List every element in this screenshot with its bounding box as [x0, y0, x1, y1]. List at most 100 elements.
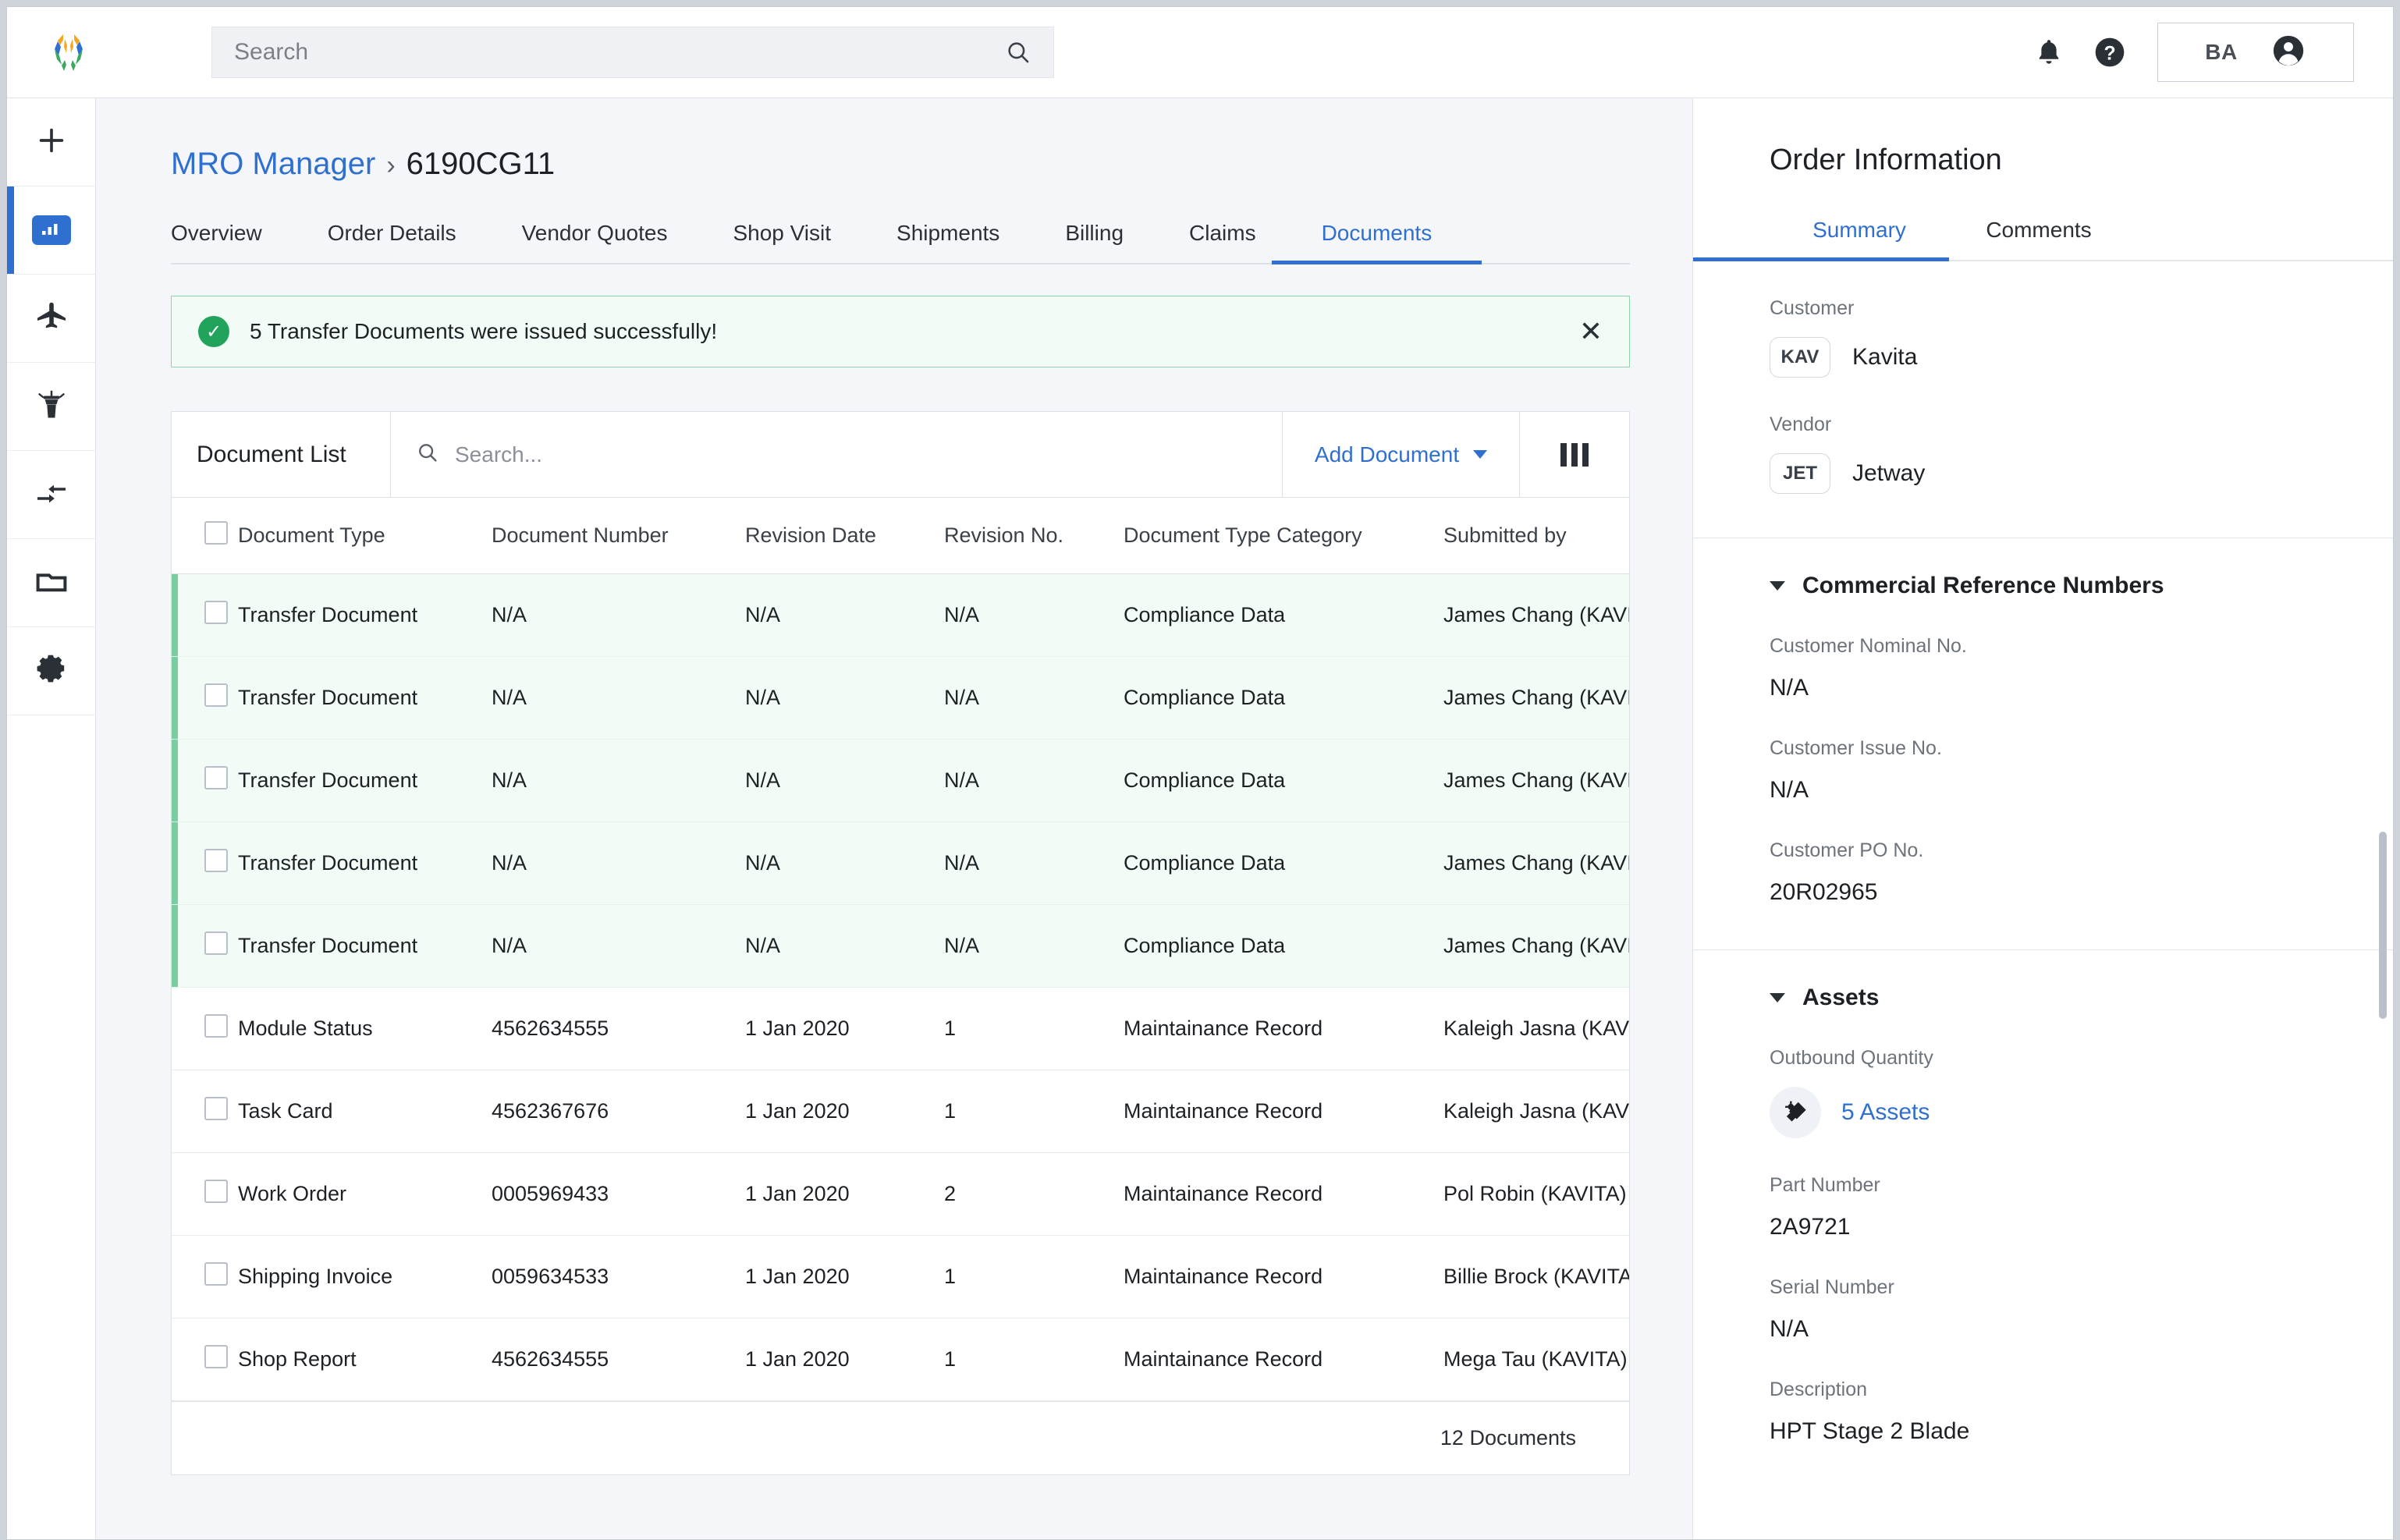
app-body: MRO Manager › 6190CG11 Overview Order De… [7, 98, 2393, 1539]
header-document-type-category[interactable]: Document Type Category [1124, 498, 1443, 574]
row-checkbox[interactable] [204, 849, 228, 872]
document-search-input[interactable] [455, 442, 1282, 467]
document-table-body: Transfer Document N/A N/A N/A Compliance… [172, 573, 1629, 1401]
commercial-reference-section-header[interactable]: Commercial Reference Numbers [1770, 538, 2393, 599]
row-checkbox[interactable] [204, 1014, 228, 1038]
field-value: N/A [1770, 675, 1809, 701]
sidebar-item-documents[interactable] [7, 539, 95, 627]
panel-scrollbar[interactable] [2379, 832, 2387, 1019]
global-search[interactable] [211, 27, 1054, 78]
outbound-quantity-field: Outbound Quantity 5 Assets [1770, 1011, 2393, 1138]
tab-documents[interactable]: Documents [1271, 221, 1482, 264]
close-icon[interactable]: ✕ [1579, 318, 1603, 346]
assets-count-link[interactable]: 5 Assets [1841, 1099, 1930, 1126]
table-row[interactable]: Shop Report 4562634555 1 Jan 2020 1 Main… [172, 1318, 1629, 1401]
row-checkbox[interactable] [204, 601, 228, 624]
tab-order-details[interactable]: Order Details [328, 221, 456, 263]
cell-revision-date: 1 Jan 2020 [745, 1235, 944, 1318]
header-revision-date[interactable]: Revision Date [745, 498, 944, 574]
document-count: 12 Documents [172, 1401, 1629, 1474]
field-value: 20R02965 [1770, 879, 1878, 905]
tab-vendor-quotes[interactable]: Vendor Quotes [522, 221, 668, 263]
user-menu[interactable]: BA [2157, 23, 2354, 82]
bell-icon[interactable] [2018, 22, 2079, 83]
row-checkbox[interactable] [204, 1345, 228, 1368]
customer-po-no-field: Customer PO No. 20R02965 [1770, 804, 2393, 906]
plus-icon [34, 122, 69, 162]
cell-document-type: Transfer Document [238, 656, 492, 740]
table-row[interactable]: Transfer Document N/A N/A N/A Compliance… [172, 821, 1629, 905]
alert-message: 5 Transfer Documents were issued success… [250, 319, 718, 343]
search-input[interactable] [234, 39, 1005, 66]
tab-overview[interactable]: Overview [171, 221, 262, 263]
sidebar-item-add[interactable] [7, 98, 95, 186]
cell-document-number: 0059634533 [492, 1235, 745, 1318]
tab-shipments[interactable]: Shipments [896, 221, 999, 263]
row-checkbox[interactable] [204, 766, 228, 790]
row-checkbox[interactable] [204, 1180, 228, 1203]
customer-nominal-no-field: Customer Nominal No. N/A [1770, 599, 2393, 701]
row-checkbox[interactable] [204, 1262, 228, 1286]
sidebar-item-operations[interactable] [7, 363, 95, 451]
app-logo[interactable] [46, 30, 91, 75]
table-row[interactable]: Module Status 4562634555 1 Jan 2020 1 Ma… [172, 987, 1629, 1070]
cell-revision-no: 1 [944, 987, 1124, 1070]
sidebar-item-dashboard[interactable] [7, 186, 95, 275]
table-row[interactable]: Shipping Invoice 0059634533 1 Jan 2020 1… [172, 1235, 1629, 1318]
header-document-type[interactable]: Document Type [238, 498, 492, 574]
row-checkbox[interactable] [204, 1097, 228, 1120]
cell-document-number: 4562634555 [492, 1318, 745, 1401]
svg-text:?: ? [2104, 44, 2115, 65]
cell-document-type: Shipping Invoice [238, 1235, 492, 1318]
assets-section-header[interactable]: Assets [1770, 950, 2393, 1011]
header-revision-no[interactable]: Revision No. [944, 498, 1124, 574]
document-table-viewport: Document Type Document Number Revision D… [172, 498, 1629, 1401]
cell-revision-date: 1 Jan 2020 [745, 1152, 944, 1236]
cell-document-type: Module Status [238, 987, 492, 1070]
select-all-checkbox[interactable] [204, 521, 228, 545]
customer-name: Kavita [1852, 344, 1918, 370]
header-document-number[interactable]: Document Number [492, 498, 745, 574]
cell-document-type: Transfer Document [238, 821, 492, 905]
cell-category: Compliance Data [1124, 656, 1443, 740]
row-checkbox[interactable] [204, 683, 228, 707]
tab-comments[interactable]: Comments [1949, 218, 2128, 260]
cell-submitted-by: Billie Brock (KAVITA) [1443, 1235, 1629, 1318]
cell-submitted-by: James Chang (KAVITA) [1443, 904, 1629, 988]
table-row[interactable]: Transfer Document N/A N/A N/A Compliance… [172, 904, 1629, 988]
search-icon[interactable] [1005, 39, 1031, 66]
table-row[interactable]: Transfer Document N/A N/A N/A Compliance… [172, 739, 1629, 822]
row-checkbox[interactable] [204, 931, 228, 955]
app-window: ? BA [6, 6, 2394, 1540]
field-label: Serial Number [1770, 1276, 1894, 1298]
tab-claims[interactable]: Claims [1189, 221, 1256, 263]
sidebar-item-settings[interactable] [7, 627, 95, 715]
add-document-label: Add Document [1314, 442, 1460, 467]
table-row[interactable]: Transfer Document N/A N/A N/A Compliance… [172, 573, 1629, 657]
cell-category: Maintainance Record [1124, 1318, 1443, 1401]
table-row[interactable]: Transfer Document N/A N/A N/A Compliance… [172, 656, 1629, 740]
tab-billing[interactable]: Billing [1065, 221, 1124, 263]
cell-revision-no: 2 [944, 1152, 1124, 1236]
tab-summary[interactable]: Summary [1693, 218, 1949, 261]
cell-revision-date: N/A [745, 573, 944, 657]
field-label: Customer Nominal No. [1770, 635, 1967, 657]
cell-submitted-by: James Chang (KAVITA) [1443, 573, 1629, 657]
field-label: Part Number [1770, 1174, 1880, 1196]
breadcrumb-root[interactable]: MRO Manager [171, 147, 375, 182]
serial-number-field: Serial Number N/A [1770, 1240, 2393, 1343]
tab-shop-visit[interactable]: Shop Visit [733, 221, 831, 263]
columns-button[interactable] [1520, 412, 1629, 497]
columns-icon [1560, 442, 1589, 467]
table-row[interactable]: Task Card 4562367676 1 Jan 2020 1 Mainta… [172, 1070, 1629, 1153]
add-document-button[interactable]: Add Document [1283, 412, 1520, 497]
table-row[interactable]: Work Order 0005969433 1 Jan 2020 2 Maint… [172, 1152, 1629, 1236]
cell-revision-no: N/A [944, 821, 1124, 905]
question-circle-icon[interactable]: ? [2079, 22, 2140, 83]
header-submitted-by[interactable]: Submitted by [1443, 498, 1629, 574]
document-search[interactable] [391, 412, 1283, 497]
cell-document-type: Work Order [238, 1152, 492, 1236]
cell-category: Maintainance Record [1124, 987, 1443, 1070]
sidebar-item-transfers[interactable] [7, 451, 95, 539]
sidebar-item-fleet[interactable] [7, 275, 95, 363]
